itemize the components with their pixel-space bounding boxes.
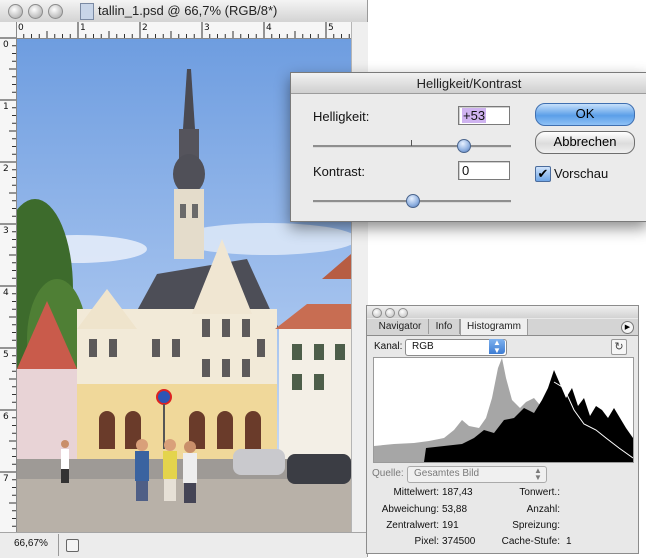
- stat-label: Abweichung:: [381, 504, 439, 515]
- ruler-label: 2: [3, 164, 9, 174]
- refresh-icon[interactable]: ↻: [611, 339, 627, 355]
- brightness-field[interactable]: +53: [458, 106, 510, 125]
- ruler-label: 6: [3, 412, 9, 422]
- horizontal-ruler[interactable]: 0 1 2 3 4 5: [16, 22, 351, 39]
- dialog-titlebar[interactable]: Helligkeit/Kontrast: [291, 73, 646, 94]
- histogram-graph: [373, 357, 634, 463]
- stat-label: Spreizung:: [512, 520, 560, 531]
- stat-value: 53,88: [442, 504, 468, 515]
- document-title: tallin_1.psd @ 66,7% (RGB/8*): [98, 3, 278, 18]
- psd-file-icon: [80, 3, 94, 20]
- tab-navigator[interactable]: Navigator: [372, 319, 429, 334]
- chevron-updown-icon[interactable]: ▲ ▼: [489, 339, 505, 355]
- tab-info[interactable]: Info: [429, 319, 460, 334]
- brightness-slider-center-tick: [411, 140, 412, 146]
- ruler-label: 1: [3, 102, 9, 112]
- stat-label: Zentralwert:: [386, 520, 439, 531]
- status-divider: [58, 534, 59, 556]
- stat-label: Pixel:: [414, 536, 439, 547]
- source-select[interactable]: Gesamtes Bild ▲ ▼: [407, 466, 547, 483]
- zoom-level[interactable]: 66,67%: [14, 538, 48, 549]
- ruler-label: 4: [266, 23, 272, 33]
- ruler-label: 3: [204, 23, 210, 33]
- contrast-label: Kontrast:: [313, 164, 366, 179]
- ruler-label: 0: [3, 40, 9, 50]
- panel-titlebar[interactable]: [367, 306, 638, 318]
- horizontal-ruler-ticks: [16, 22, 350, 38]
- panel-menu-icon[interactable]: ▶: [621, 321, 634, 334]
- dialog-title: Helligkeit/Kontrast: [416, 76, 522, 91]
- chevron-updown-icon: ▲ ▼: [534, 466, 542, 482]
- ruler-label: 3: [3, 226, 9, 236]
- source-value: Gesamtes Bild: [414, 468, 480, 479]
- panel-close-button[interactable]: [372, 308, 382, 318]
- brightness-label: Helligkeit:: [313, 109, 370, 124]
- ok-button[interactable]: OK: [535, 103, 635, 126]
- channel-label: Kanal:: [374, 341, 403, 352]
- preview-label[interactable]: Vorschau: [554, 166, 608, 181]
- channel-value: RGB: [412, 341, 434, 352]
- panel-zoom-button[interactable]: [398, 308, 408, 318]
- stat-label: Cache-Stufe:: [501, 536, 560, 547]
- ruler-label: 2: [142, 23, 148, 33]
- brightness-slider-thumb[interactable]: [457, 139, 472, 153]
- source-label: Quelle:: [372, 468, 404, 479]
- histogram-plot: [374, 358, 633, 462]
- vertical-ruler-ticks: [0, 37, 16, 527]
- panel-tab-bar: Navigator Info Histogramm ▶: [367, 319, 638, 336]
- stat-value: 187,43: [442, 487, 473, 498]
- minimize-window-button[interactable]: [28, 4, 43, 19]
- close-window-button[interactable]: [8, 4, 23, 19]
- preview-checkbox[interactable]: ✔: [535, 166, 551, 182]
- stat-label: Tonwert.:: [519, 487, 560, 498]
- brightness-contrast-dialog: Helligkeit/Kontrast Helligkeit: +53 Kont…: [290, 72, 646, 222]
- stat-label: Mittelwert:: [393, 487, 439, 498]
- panel-minimize-button[interactable]: [385, 308, 395, 318]
- stat-value: 1: [566, 536, 572, 547]
- ruler-label: 5: [328, 23, 334, 33]
- checkmark-icon: ✔: [537, 166, 549, 181]
- stat-value: 191: [442, 520, 459, 531]
- vertical-ruler[interactable]: 0 1 2 3 4 5 6 7: [0, 22, 17, 532]
- contrast-field[interactable]: 0: [458, 161, 510, 180]
- brightness-slider[interactable]: [313, 145, 511, 148]
- stat-value: 374500: [442, 536, 476, 547]
- contrast-slider-thumb[interactable]: [406, 194, 420, 208]
- zoom-window-button[interactable]: [48, 4, 63, 19]
- brightness-value: +53: [462, 108, 487, 123]
- document-titlebar[interactable]: tallin_1.psd @ 66,7% (RGB/8*): [0, 0, 367, 23]
- ruler-label: 7: [3, 474, 9, 484]
- stat-label: Anzahl:: [526, 504, 560, 515]
- ruler-label: 0: [18, 23, 24, 33]
- ruler-label: 4: [3, 288, 9, 298]
- cancel-button[interactable]: Abbrechen: [535, 131, 635, 154]
- status-bar: [0, 532, 367, 558]
- status-info-menu-button[interactable]: [66, 539, 79, 552]
- histogram-panel: Navigator Info Histogramm ▶ Kanal: RGB ▲…: [366, 305, 639, 554]
- tab-histogram[interactable]: Histogramm: [460, 319, 528, 335]
- ruler-label: 1: [80, 23, 86, 33]
- ruler-label: 5: [3, 350, 9, 360]
